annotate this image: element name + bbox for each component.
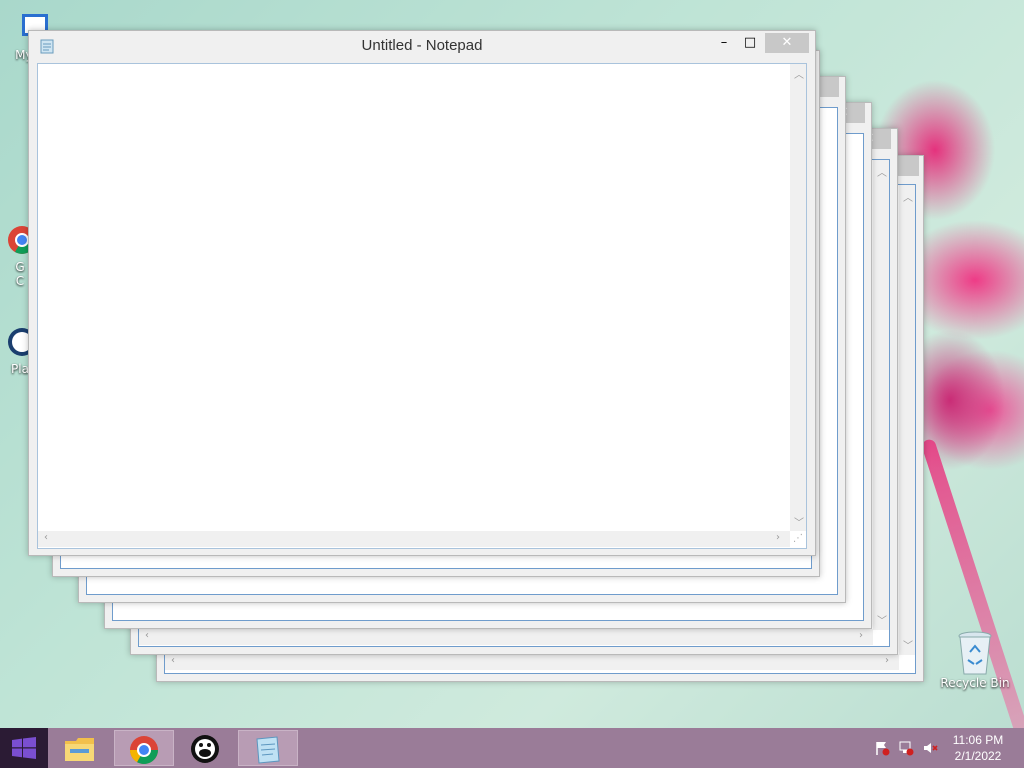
notepad-icon xyxy=(256,736,280,764)
window-title: Untitled - Notepad xyxy=(361,37,483,54)
taskbar-app[interactable] xyxy=(176,730,236,766)
windows-logo-icon xyxy=(12,737,36,759)
taskbar-chrome[interactable] xyxy=(114,730,174,766)
scroll-up-arrow-icon[interactable]: ︿ xyxy=(877,164,887,179)
desktop-icon-label: Pla xyxy=(11,362,29,376)
vertical-scrollbar[interactable]: ︿ ﹀ xyxy=(790,64,806,531)
scroll-right-arrow-icon[interactable]: › xyxy=(776,532,780,543)
desktop-icon-label: G C xyxy=(15,260,25,288)
text-area[interactable] xyxy=(37,63,807,549)
scroll-down-arrow-icon[interactable]: ﹀ xyxy=(903,637,913,652)
taskbar-clock[interactable]: 11:06 PM 2/1/2022 xyxy=(948,732,1008,764)
scroll-left-arrow-icon[interactable]: ‹ xyxy=(171,655,175,666)
scroll-right-arrow-icon[interactable]: › xyxy=(885,655,889,666)
notepad-window[interactable]: Untitled - Notepad – □ ✕ ︿ ﹀ ‹ › ⋰ xyxy=(28,30,816,556)
maximize-button[interactable]: □ xyxy=(737,33,763,53)
volume-muted-icon[interactable] xyxy=(922,740,938,756)
resize-grip-icon[interactable]: ⋰ xyxy=(793,533,803,544)
scroll-right-arrow-icon[interactable]: › xyxy=(859,630,863,641)
scroll-down-arrow-icon[interactable]: ﹀ xyxy=(794,514,804,529)
taskbar: 11:06 PM 2/1/2022 xyxy=(0,728,1024,768)
action-center-flag-icon[interactable] xyxy=(874,740,890,756)
clock-date: 2/1/2022 xyxy=(954,749,1002,763)
scroll-left-arrow-icon[interactable]: ‹ xyxy=(44,532,48,543)
scroll-down-arrow-icon[interactable]: ﹀ xyxy=(877,612,887,627)
recycle-bin-icon xyxy=(958,631,992,675)
app-face-icon xyxy=(191,735,219,763)
vertical-scrollbar[interactable]: ︿ ﹀ xyxy=(873,160,889,630)
horizontal-scrollbar[interactable]: ‹ › xyxy=(165,654,899,670)
horizontal-scrollbar[interactable]: ‹ › xyxy=(38,531,790,547)
close-button[interactable] xyxy=(895,156,919,176)
scroll-up-arrow-icon[interactable]: ︿ xyxy=(903,189,913,204)
minimize-button[interactable]: – xyxy=(711,33,737,53)
desktop-icon-recycle-bin[interactable]: Recycle Bin xyxy=(940,630,1010,690)
close-button[interactable]: ✕ xyxy=(765,33,809,53)
chrome-icon xyxy=(130,736,158,764)
clock-time: 11:06 PM xyxy=(952,733,1004,747)
scroll-left-arrow-icon[interactable]: ‹ xyxy=(145,630,149,641)
taskbar-notepad[interactable] xyxy=(238,730,298,766)
folder-icon xyxy=(65,738,94,761)
horizontal-scrollbar[interactable]: ‹ › xyxy=(139,629,873,645)
network-icon[interactable] xyxy=(898,740,914,756)
taskbar-file-explorer[interactable] xyxy=(50,730,110,766)
desktop-icon-label: Recycle Bin xyxy=(940,676,1010,690)
vertical-scrollbar[interactable]: ︿ ﹀ xyxy=(899,185,915,655)
scroll-up-arrow-icon[interactable]: ︿ xyxy=(794,66,804,81)
wallpaper-stem xyxy=(920,437,1024,757)
start-button[interactable] xyxy=(0,728,48,768)
